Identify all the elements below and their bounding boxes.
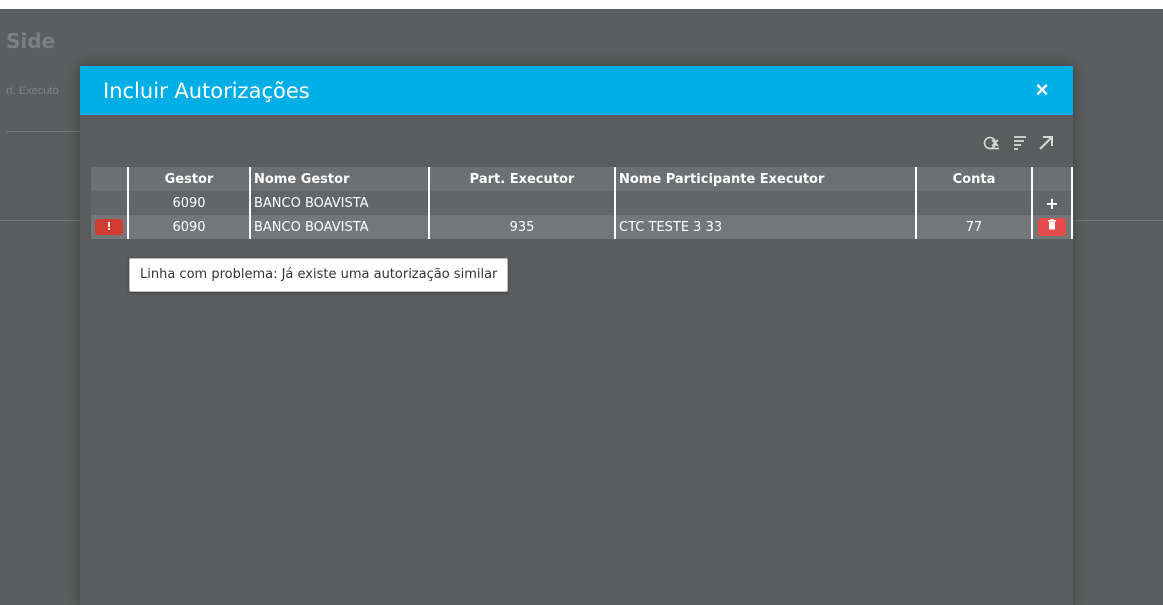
background-divider <box>1073 220 1163 221</box>
error-indicator[interactable]: ! <box>95 219 123 235</box>
close-button[interactable]: × <box>1029 76 1055 104</box>
background-divider <box>6 131 80 132</box>
cell-nome-participante <box>614 191 916 215</box>
row-select-cell <box>91 191 128 215</box>
close-icon: × <box>1035 77 1049 102</box>
cell-part-executor[interactable] <box>428 191 615 215</box>
header-nome-participante[interactable]: Nome Participante Executor <box>614 167 916 191</box>
add-row-button[interactable]: + <box>1045 194 1058 213</box>
modal-title: Incluir Autorizações <box>103 79 310 103</box>
header-part-executor[interactable]: Part. Executor <box>428 167 615 191</box>
delete-row-button[interactable] <box>1038 218 1066 236</box>
cell-nome-gestor: BANCO BOAVISTA <box>249 215 429 239</box>
sort-lines-icon[interactable] <box>1011 134 1029 152</box>
background-divider <box>0 220 80 221</box>
error-tooltip: Linha com problema: Já existe uma autori… <box>129 258 509 292</box>
include-authorizations-modal: Incluir Autorizações × Gestor Nome Gesto… <box>80 66 1073 605</box>
background-field-label: rt. Executo <box>6 85 59 97</box>
table-row[interactable]: ! 6090 BANCO BOAVISTA 935 CTC TESTE 3 33… <box>91 215 1073 239</box>
row-action-cell <box>1031 215 1073 239</box>
row-status-cell: ! <box>91 215 128 239</box>
cell-nome-participante: CTC TESTE 3 33 <box>614 215 916 239</box>
cell-nome-gestor: BANCO BOAVISTA <box>249 191 429 215</box>
header-nome-gestor[interactable]: Nome Gestor <box>249 167 429 191</box>
trash-icon <box>1048 219 1056 230</box>
header-actions <box>1031 167 1073 191</box>
cell-gestor: 6090 <box>127 191 250 215</box>
cell-conta[interactable]: 77 <box>915 215 1032 239</box>
cell-part-executor[interactable]: 935 <box>428 215 615 239</box>
cell-gestor: 6090 <box>127 215 250 239</box>
table-row[interactable]: 6090 BANCO BOAVISTA + <box>91 191 1073 215</box>
table-header-row: Gestor Nome Gestor Part. Executor Nome P… <box>91 167 1073 191</box>
cell-conta[interactable] <box>915 191 1032 215</box>
modal-header: Incluir Autorizações × <box>80 66 1073 115</box>
clear-filter-icon[interactable] <box>983 134 1001 152</box>
background-title: Side <box>6 29 56 53</box>
authorizations-table: Gestor Nome Gestor Part. Executor Nome P… <box>91 167 1073 239</box>
expand-arrow-icon[interactable] <box>1037 134 1055 152</box>
header-gestor[interactable]: Gestor <box>127 167 250 191</box>
header-conta[interactable]: Conta <box>915 167 1032 191</box>
header-select <box>91 167 128 191</box>
row-action-cell: + <box>1031 191 1073 215</box>
